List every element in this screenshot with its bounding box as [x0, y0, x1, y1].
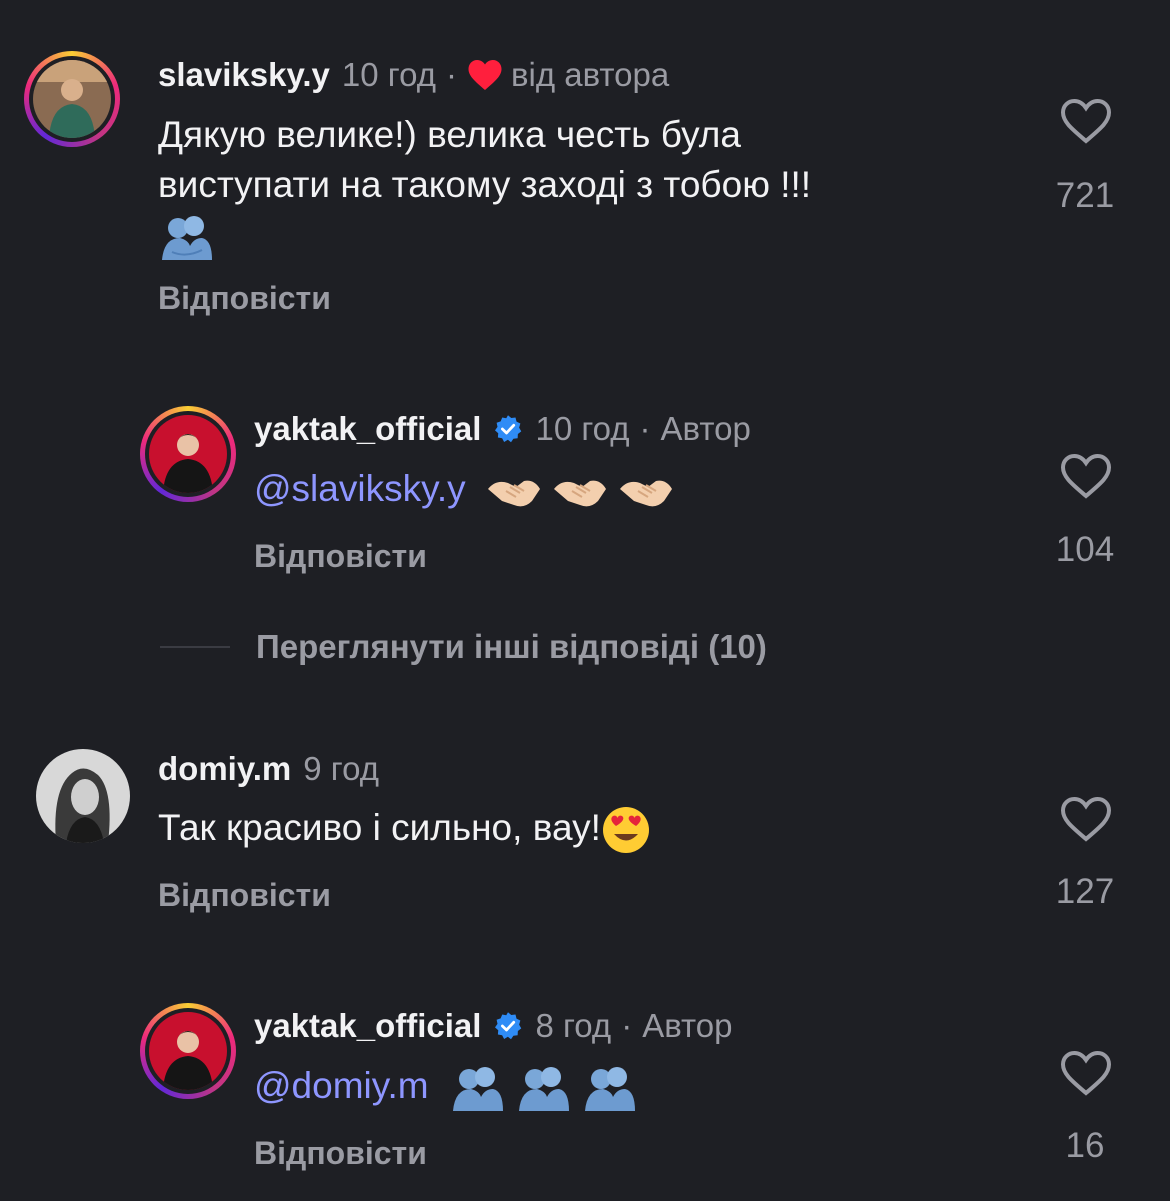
like-count: 104	[1055, 530, 1115, 569]
people-hugging-emoji	[519, 1067, 570, 1112]
author-liked-label: від автора	[510, 56, 670, 93]
author-tag: Автор	[642, 1007, 733, 1044]
handshake-emoji	[554, 480, 607, 507]
comment-text-content: Так красиво і сильно, вау!	[158, 807, 601, 848]
like-count: 721	[1055, 176, 1115, 215]
avatar-photo	[149, 415, 227, 493]
people-hugging-emoji	[585, 1067, 636, 1112]
handshake-emoji	[487, 480, 540, 507]
timestamp: 10 год	[535, 410, 630, 447]
timestamp: 9 год	[303, 750, 379, 787]
handshake-emoji-group	[486, 468, 675, 509]
avatar-photo	[33, 60, 111, 138]
avatar[interactable]	[140, 1003, 236, 1099]
comment-text-line-1: Дякую велике!) велика честь була	[158, 114, 741, 155]
view-more-replies-label: Переглянути інші відповіді (10)	[256, 628, 767, 665]
avatar[interactable]	[140, 406, 236, 502]
separator-dot: ·	[445, 56, 457, 93]
people-hugging-emoji	[452, 1067, 503, 1112]
verified-badge-icon	[493, 1011, 523, 1041]
username[interactable]: yaktak_official	[254, 1007, 481, 1045]
comment-text-line-2: виступати на такому заході з тобою !!!	[158, 164, 812, 205]
separator-dot: ·	[639, 410, 651, 447]
reply-button[interactable]: Відповісти	[254, 538, 427, 575]
username[interactable]: yaktak_official	[254, 410, 481, 448]
comment-text: Дякую велике!) велика честь була виступа…	[158, 110, 812, 261]
timestamp: 8 год	[535, 1007, 612, 1044]
like-heart-icon[interactable]	[1060, 98, 1112, 144]
verified-badge-icon	[493, 414, 523, 444]
reply-button[interactable]: Відповісти	[158, 280, 331, 317]
timestamp: 10 год	[341, 56, 436, 93]
username[interactable]: domiy.m	[158, 750, 291, 788]
view-more-replies-button[interactable]: Переглянути інші відповіді (10)	[160, 628, 767, 666]
comment-text: @slaviksky.y	[254, 464, 674, 514]
comments-thread: slaviksky.y 10 год · від автора Дякую ве…	[0, 0, 1170, 1201]
separator-dot: ·	[621, 1007, 633, 1044]
like-heart-icon[interactable]	[1060, 453, 1112, 499]
people-hugging-emoji	[158, 210, 811, 261]
like-heart-icon[interactable]	[1060, 796, 1112, 842]
avatar-photo	[36, 749, 130, 843]
divider-line	[160, 646, 230, 648]
heart-eyes-emoji	[602, 807, 649, 854]
comment-text: @domiy.m	[254, 1061, 637, 1113]
reply-button[interactable]: Відповісти	[158, 877, 331, 914]
reply-button[interactable]: Відповісти	[254, 1135, 427, 1172]
avatar[interactable]	[24, 51, 120, 147]
author-liked-heart-icon	[467, 58, 503, 92]
mention-link[interactable]: @slaviksky.y	[254, 468, 466, 509]
comment-text: Так красиво і сильно, вау!	[158, 803, 651, 855]
like-heart-icon[interactable]	[1060, 1050, 1112, 1096]
avatar[interactable]	[36, 749, 130, 843]
author-tag: Автор	[660, 410, 751, 447]
like-count: 16	[1065, 1126, 1105, 1165]
like-count: 127	[1055, 872, 1115, 911]
handshake-emoji	[620, 480, 673, 507]
username[interactable]: slaviksky.y	[158, 56, 330, 94]
mention-link[interactable]: @domiy.m	[254, 1065, 429, 1106]
people-hugging-emoji-group	[449, 1065, 638, 1112]
avatar-photo	[149, 1012, 227, 1090]
